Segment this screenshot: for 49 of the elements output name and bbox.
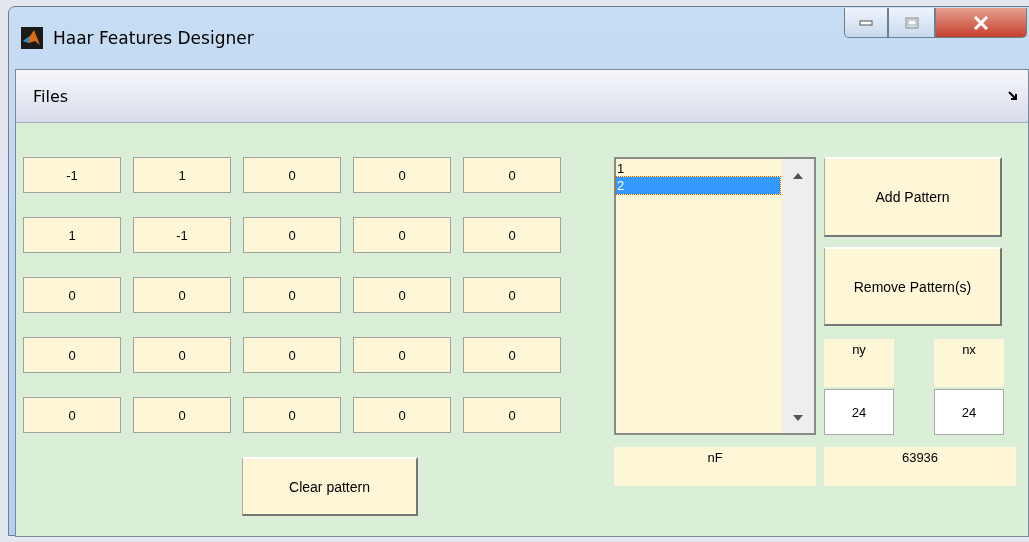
menu-item[interactable]: Files <box>33 86 69 106</box>
close-button[interactable] <box>935 8 1027 38</box>
pattern-cell-field[interactable]: 0 <box>463 277 561 313</box>
ny-field[interactable]: 24 <box>824 389 894 435</box>
window-title: Haar Features Designer <box>53 28 254 48</box>
ny-label: ny <box>824 339 894 387</box>
nx-field[interactable]: 24 <box>934 389 1004 435</box>
nf-label: nF <box>614 447 816 486</box>
nf-value: 63936 <box>824 447 1016 486</box>
add-pattern-button[interactable]: Add Pattern <box>824 157 1002 237</box>
pattern-cell-field[interactable]: 0 <box>353 157 451 193</box>
nx-label: nx <box>934 339 1004 387</box>
pattern-cell-field[interactable]: 0 <box>23 277 121 313</box>
pattern-cell-field[interactable]: 1 <box>133 157 231 193</box>
pattern-cell-field[interactable]: -1 <box>23 157 121 193</box>
scroll-down-icon[interactable] <box>793 415 803 421</box>
pattern-cell-field[interactable]: 0 <box>353 397 451 433</box>
pattern-cell-field[interactable]: 0 <box>243 217 341 253</box>
pattern-cell-field[interactable]: 0 <box>463 397 561 433</box>
pattern-cell-field[interactable]: 0 <box>23 397 121 433</box>
pattern-cell-field[interactable]: 0 <box>243 157 341 193</box>
pattern-cell-field[interactable]: 0 <box>463 157 561 193</box>
pattern-cell-field[interactable]: 0 <box>463 217 561 253</box>
close-icon <box>973 15 989 30</box>
pattern-cell-field[interactable]: 1 <box>23 217 121 253</box>
pattern-cell-field[interactable]: 0 <box>243 397 341 433</box>
minimize-button[interactable] <box>844 8 888 38</box>
dock-arrow-icon <box>1008 91 1018 101</box>
pattern-cell-field[interactable]: 0 <box>133 397 231 433</box>
pattern-cell-field[interactable]: -1 <box>133 217 231 253</box>
pattern-cell-field[interactable]: 0 <box>23 337 121 373</box>
scrollbar[interactable] <box>782 159 814 433</box>
clear-pattern-button[interactable]: Clear pattern <box>242 457 418 516</box>
maximize-icon <box>904 16 919 29</box>
pattern-cell-field[interactable]: 0 <box>243 277 341 313</box>
pattern-cell-field[interactable]: 0 <box>353 217 451 253</box>
pattern-cell-field[interactable]: 0 <box>133 277 231 313</box>
list-item[interactable]: 1 <box>616 160 780 177</box>
pattern-cell-field[interactable]: 0 <box>353 277 451 313</box>
pattern-listbox[interactable]: 1 2 <box>614 157 816 435</box>
remove-pattern-button[interactable]: Remove Pattern(s) <box>824 247 1002 326</box>
minimize-icon <box>859 19 873 26</box>
maximize-button[interactable] <box>888 8 935 38</box>
scroll-up-icon[interactable] <box>793 173 803 179</box>
pattern-cell-field[interactable]: 0 <box>463 337 561 373</box>
pattern-cell-field[interactable]: 0 <box>353 337 451 373</box>
logo-icon <box>21 27 43 49</box>
pattern-cell-field[interactable]: 0 <box>243 337 341 373</box>
pattern-cell-field[interactable]: 0 <box>133 337 231 373</box>
